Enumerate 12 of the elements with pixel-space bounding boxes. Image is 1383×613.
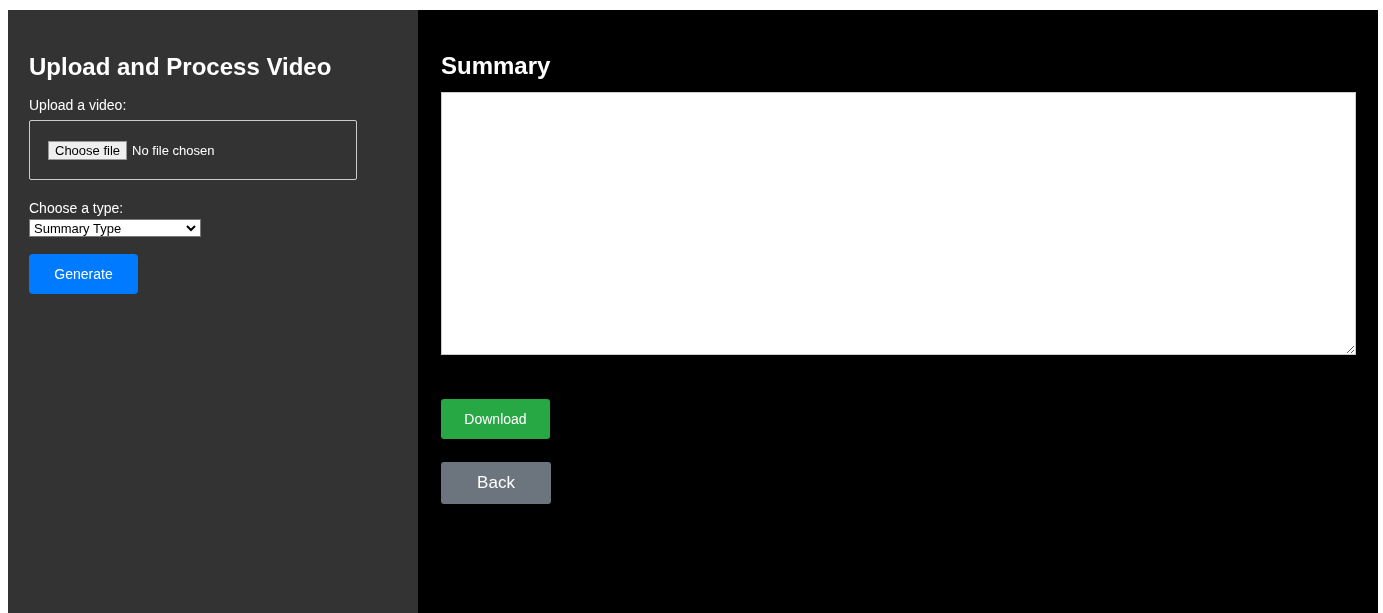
panel-title: Upload and Process Video xyxy=(29,53,333,81)
field-label: Choose a type: xyxy=(29,200,125,216)
chevron-icon xyxy=(186,224,196,232)
file-input[interactable]: Choose file No file chosen xyxy=(29,120,357,180)
panel-title: Summary xyxy=(441,52,551,80)
generate-button[interactable]: Generate xyxy=(29,254,138,294)
file-status: No file chosen xyxy=(132,142,215,158)
summary-textarea[interactable] xyxy=(441,92,1356,355)
type-select[interactable]: Summary Type xyxy=(29,219,201,237)
back-button[interactable]: Back xyxy=(441,462,551,504)
field-label: Upload a video: xyxy=(29,97,128,113)
choose-file-button[interactable]: Choose file xyxy=(48,140,128,160)
